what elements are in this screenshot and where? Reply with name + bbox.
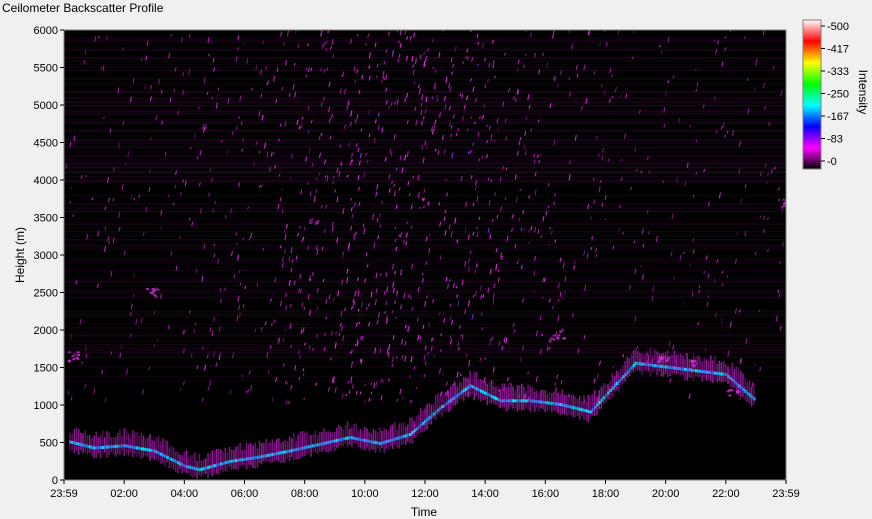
x-tick-label: 12:00 [411,488,439,500]
colorbar-tick-label: -83 [827,134,843,146]
colorbar-tick-label: -167 [827,111,849,123]
y-axis-label: Height (m) [13,227,27,283]
x-tick-label: 23:59 [772,488,800,500]
colorbar-ticks: -500 -417 -333 -250 -167 -83 -0 [821,21,849,168]
y-tick-label: 6000 [34,25,58,37]
x-tick-label: 22:00 [712,488,740,500]
colorbar [802,19,822,170]
y-tick-label: 1000 [34,400,58,412]
x-tick-label: 10:00 [351,488,379,500]
x-tick-label: 02:00 [110,488,138,500]
x-axis: 23:59 02:00 04:00 06:00 08:00 10:00 12:00 14:00… [50,480,800,500]
y-tick-label: 2500 [34,288,58,300]
colorbar-tick-label: -250 [827,89,849,101]
y-tick-label: 2000 [34,325,58,337]
x-tick-label: 04:00 [171,488,199,500]
colorbar-tick-label: -0 [827,156,837,168]
x-tick-label: 20:00 [652,488,680,500]
x-tick-label: 16:00 [532,488,560,500]
x-tick-label: 18:00 [592,488,620,500]
colorbar-label: Intensity [856,70,870,115]
y-tick-label: 4500 [34,138,58,150]
y-tick-label: 3500 [34,213,58,225]
x-tick-label: 06:00 [231,488,259,500]
backscatter-chart: 0 500 1000 1500 2000 2500 3000 3500 4000 4500 5000… [13,19,870,519]
x-tick-label: 23:59 [50,488,78,500]
x-axis-label: Time [411,505,438,519]
colorbar-tick-label: -500 [827,21,849,33]
y-tick-label: 3000 [34,250,58,262]
x-tick-label: 14:00 [471,488,499,500]
x-tick-label: 08:00 [291,488,319,500]
y-tick-label: 5000 [34,100,58,112]
y-tick-label: 5500 [34,63,58,75]
y-tick-label: 1500 [34,363,58,375]
colorbar-tick-label: -333 [827,66,849,78]
colorbar-tick-label: -417 [827,44,849,56]
y-tick-label: 4000 [34,175,58,187]
y-axis: 0 500 1000 1500 2000 2500 3000 3500 4000 4500 5000… [34,25,64,487]
y-tick-label: 500 [40,438,58,450]
y-tick-label: 0 [52,475,58,487]
